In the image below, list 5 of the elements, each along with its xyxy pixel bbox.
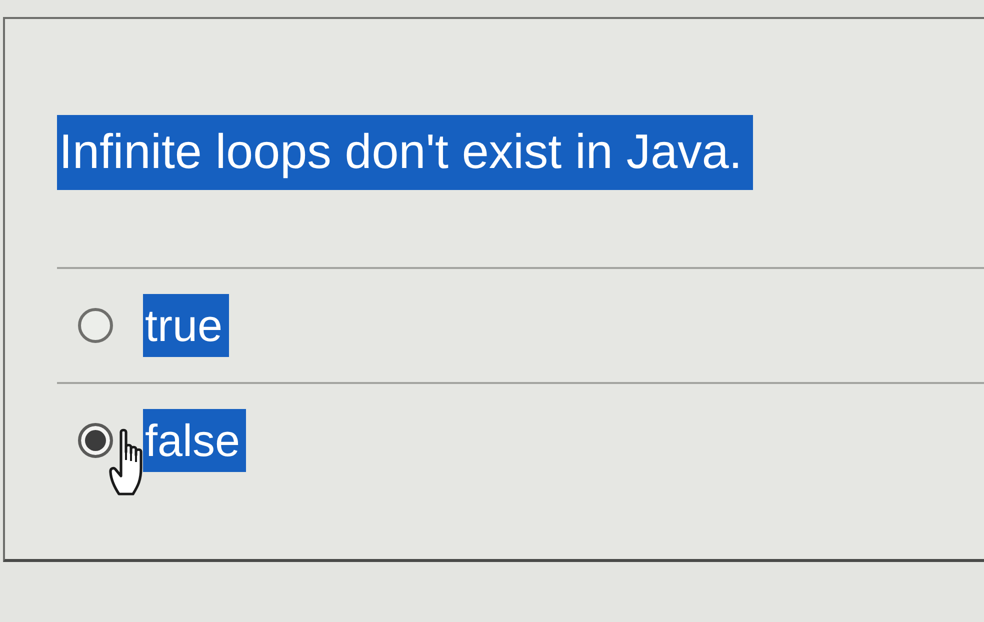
radio-button[interactable] — [78, 423, 113, 458]
option-label[interactable]: false — [143, 409, 246, 472]
option-label[interactable]: true — [143, 294, 229, 357]
question-text: Infinite loops don't exist in Java. — [57, 115, 754, 190]
radio-button[interactable] — [78, 308, 113, 343]
